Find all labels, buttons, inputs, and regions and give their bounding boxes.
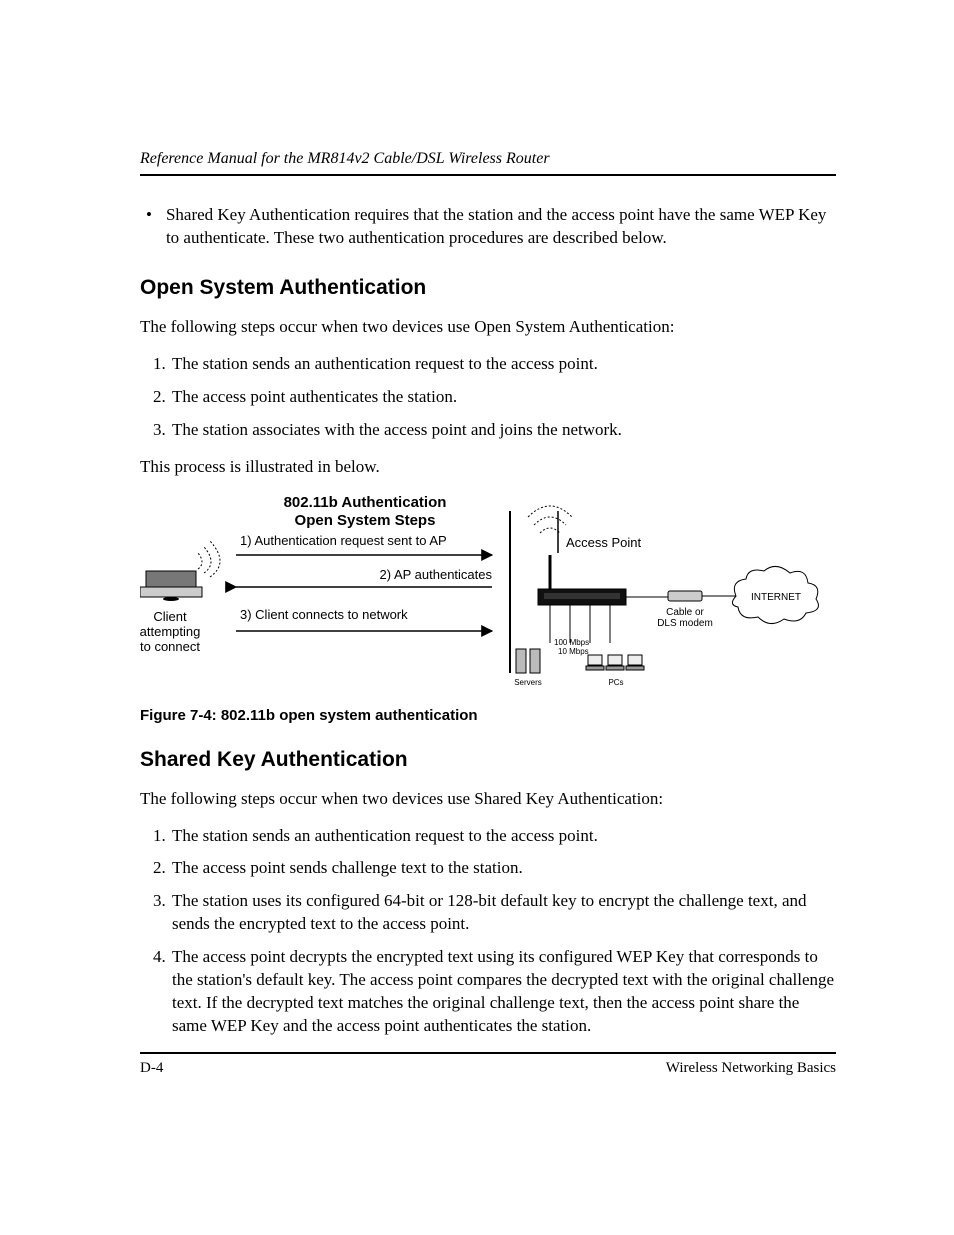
open-system-closing: This process is illustrated in below. (140, 456, 836, 479)
list-item: The access point authenticates the stati… (170, 386, 836, 409)
diagram-title-2: Open System Steps (295, 512, 436, 529)
intro-bullet-text: Shared Key Authentication requires that … (166, 204, 836, 250)
heading-shared-key: Shared Key Authentication (140, 748, 836, 772)
list-item: The access point decrypts the encrypted … (170, 946, 836, 1038)
list-item: The station sends an authentication requ… (170, 353, 836, 376)
pcs-label: PCs (608, 678, 623, 687)
laptop-icon (140, 541, 220, 601)
client-label-3: to connect (140, 639, 200, 654)
figure-7-4: 802.11b Authentication Open System Steps… (140, 493, 836, 693)
diagram-step-1: 1) Authentication request sent to AP (240, 533, 447, 548)
speed-10: 10 Mbps (558, 647, 589, 656)
heading-open-system: Open System Authentication (140, 276, 836, 300)
modem-label-2: DLS modem (657, 618, 713, 629)
client-label-1: Client (153, 609, 187, 624)
servers-icon (516, 649, 540, 673)
header-rule (140, 174, 836, 176)
internet-label: INTERNET (751, 592, 801, 603)
client-label-2: attempting (140, 624, 200, 639)
speed-100: 100 Mbps (554, 638, 589, 647)
modem-label-1: Cable or (666, 607, 704, 618)
figure-caption: Figure 7-4: 802.11b open system authenti… (140, 707, 836, 724)
intro-bullet: • Shared Key Authentication requires tha… (146, 204, 836, 250)
list-item: The access point sends challenge text to… (170, 857, 836, 880)
open-system-steps: The station sends an authentication requ… (140, 353, 836, 442)
bullet-dot-icon: • (146, 204, 152, 250)
list-item: The station associates with the access p… (170, 419, 836, 442)
shared-key-lead: The following steps occur when two devic… (140, 788, 836, 811)
page: Reference Manual for the MR814v2 Cable/D… (0, 0, 954, 1235)
list-item: The station uses its configured 64-bit o… (170, 890, 836, 936)
pcs-icon (586, 655, 644, 670)
diagram-svg: 802.11b Authentication Open System Steps… (140, 493, 836, 693)
footer-section: Wireless Networking Basics (666, 1060, 836, 1077)
list-item: The station sends an authentication requ… (170, 825, 836, 848)
running-header: Reference Manual for the MR814v2 Cable/D… (140, 150, 836, 168)
diagram-title-1: 802.11b Authentication (284, 494, 447, 511)
diagram-step-2: 2) AP authenticates (379, 567, 492, 582)
open-system-lead: The following steps occur when two devic… (140, 316, 836, 339)
modem-icon (668, 591, 736, 601)
page-number: D-4 (140, 1060, 163, 1077)
shared-key-steps: The station sends an authentication requ… (140, 825, 836, 1039)
servers-label: Servers (514, 678, 542, 687)
access-point-label: Access Point (566, 535, 642, 550)
page-footer: D-4 Wireless Networking Basics (140, 1052, 836, 1077)
diagram-step-3: 3) Client connects to network (240, 607, 408, 622)
footer-rule (140, 1052, 836, 1054)
